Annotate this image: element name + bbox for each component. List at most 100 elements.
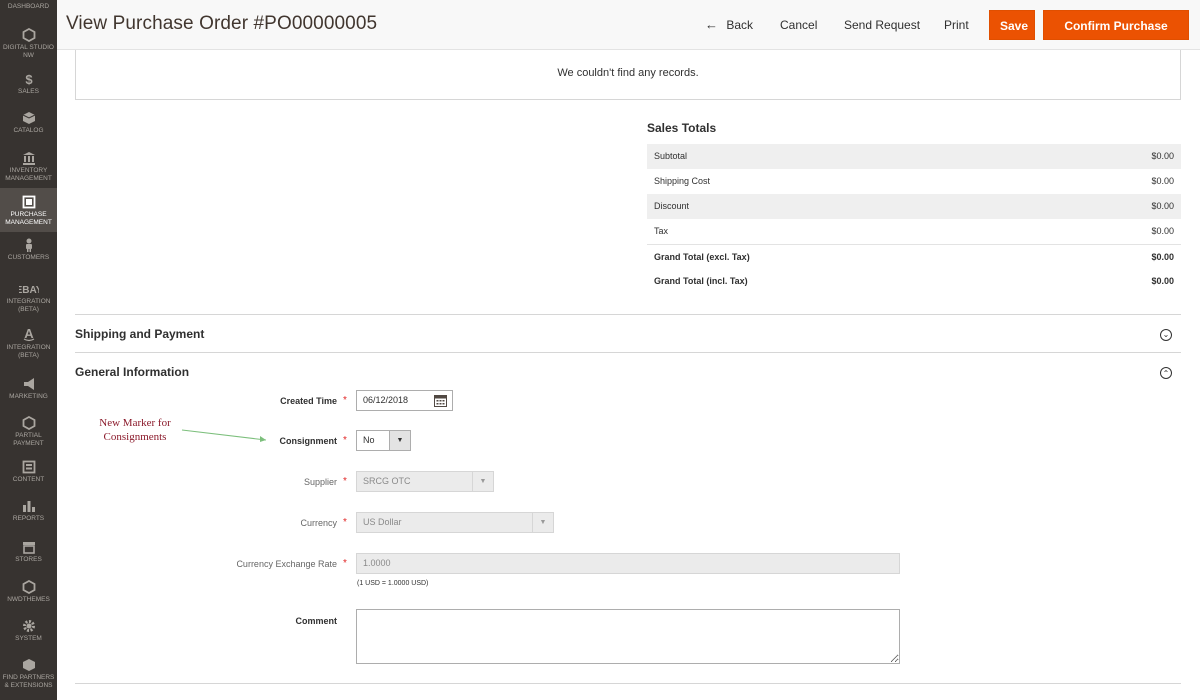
- section-general-info-title[interactable]: General Information: [75, 365, 189, 379]
- totals-row-tax: Tax $0.00: [647, 219, 1181, 244]
- sidebar-item-nwdthemes[interactable]: NWDTHEMES: [0, 580, 57, 604]
- sidebar-item-catalog[interactable]: CATALOG: [0, 111, 57, 135]
- sales-totals-table: Subtotal $0.00 Shipping Cost $0.00 Disco…: [647, 144, 1181, 294]
- building-icon: [22, 152, 35, 165]
- sidebar-item-label: SALES: [18, 88, 39, 95]
- totals-label: Grand Total (incl. Tax): [654, 276, 748, 286]
- totals-label: Grand Total (excl. Tax): [654, 252, 750, 262]
- empty-records-text: We couldn't find any records.: [557, 67, 699, 79]
- purchase-icon: [22, 195, 35, 209]
- sidebar-item-sales[interactable]: $ SALES: [0, 72, 57, 96]
- chevron-up-icon[interactable]: ⌃: [1160, 367, 1172, 379]
- exchange-rate-input[interactable]: 1.0000: [356, 553, 900, 574]
- totals-value: $0.00: [1151, 201, 1174, 211]
- chevron-down-icon: ▼: [532, 513, 553, 532]
- confirm-purchase-order-button[interactable]: Confirm Purchase Order: [1043, 10, 1189, 63]
- sidebar-item-label: DIGITAL STUDIO NW: [3, 44, 54, 59]
- sidebar-item-label: INTEGRATION (BETA): [6, 344, 51, 359]
- megaphone-icon: [23, 378, 34, 390]
- sidebar-item-integration-amazon[interactable]: a INTEGRATION (BETA): [0, 328, 57, 360]
- sidebar-item-label: NWDTHEMES: [7, 596, 50, 603]
- required-mark: *: [343, 476, 347, 487]
- svg-text:ebay: ebay: [19, 285, 39, 296]
- boxes-icon: [22, 659, 35, 671]
- person-icon: [25, 238, 32, 252]
- totals-label: Subtotal: [654, 151, 688, 161]
- supplier-value: SRCG OTC: [363, 476, 411, 486]
- divider: [75, 314, 1181, 315]
- totals-value: $0.00: [1151, 252, 1174, 262]
- sidebar-item-label: CONTENT: [12, 476, 45, 483]
- sidebar-item-label: CUSTOMERS: [7, 254, 50, 261]
- sidebar-item-find-partners[interactable]: FIND PARTNERS & EXTENSIONS: [0, 658, 57, 690]
- sidebar-item-label: STORES: [15, 556, 42, 563]
- back-label: Back: [726, 18, 754, 32]
- back-button[interactable]: ← Back: [705, 10, 753, 40]
- required-mark: *: [343, 517, 347, 528]
- totals-row-discount: Discount $0.00: [647, 194, 1181, 219]
- cancel-button[interactable]: Cancel: [780, 10, 817, 40]
- sidebar-item-dashboard[interactable]: DASHBOARD: [0, 3, 57, 11]
- layout-icon: [22, 460, 35, 474]
- sidebar-item-label: FIND PARTNERS & EXTENSIONS: [2, 674, 55, 689]
- sidebar-item-reports[interactable]: REPORTS: [0, 499, 57, 523]
- items-grid-empty: We couldn't find any records.: [75, 50, 1181, 100]
- sidebar-item-label: CATALOG: [13, 127, 44, 134]
- sidebar-item-label: PURCHASE MANAGEMENT: [5, 211, 52, 226]
- created-time-value: 06/12/2018: [363, 395, 409, 405]
- gear-icon: [22, 620, 35, 632]
- required-mark: *: [343, 558, 347, 569]
- section-shipping-payment-title[interactable]: Shipping and Payment: [75, 327, 204, 341]
- hexagon-icon: [22, 580, 35, 594]
- required-mark: *: [343, 395, 347, 406]
- created-time-field[interactable]: 06/12/2018: [356, 390, 453, 411]
- hexagon-icon: [22, 28, 35, 42]
- sidebar-item-purchase-management[interactable]: PURCHASE MANAGEMENT: [0, 188, 57, 232]
- page-header: View Purchase Order #PO00000005 ← Back C…: [57, 0, 1200, 63]
- chevron-down-icon: ▼: [472, 472, 493, 491]
- print-button[interactable]: Print: [944, 10, 969, 40]
- sidebar-item-label: DASHBOARD: [7, 3, 50, 10]
- divider: [75, 683, 1181, 684]
- save-button[interactable]: Save: [989, 10, 1035, 40]
- sidebar-item-content[interactable]: CONTENT: [0, 460, 57, 484]
- comment-textarea[interactable]: [356, 609, 900, 664]
- totals-value: $0.00: [1151, 151, 1174, 161]
- calendar-icon[interactable]: [434, 394, 447, 407]
- comment-label: Comment: [295, 616, 337, 626]
- sidebar-item-partial-payment[interactable]: PARTIAL PAYMENT: [0, 416, 57, 448]
- sidebar-item-label: INVENTORY MANAGEMENT: [5, 167, 52, 182]
- totals-label: Tax: [654, 226, 669, 236]
- totals-value: $0.00: [1151, 226, 1174, 236]
- admin-sidebar: DASHBOARD DIGITAL STUDIO NW $ SALES CATA…: [0, 0, 57, 700]
- store-icon: [22, 542, 35, 554]
- sidebar-item-label: PARTIAL PAYMENT: [13, 432, 44, 447]
- currency-value: US Dollar: [363, 517, 402, 527]
- currency-select[interactable]: US Dollar ▼: [356, 512, 554, 533]
- consignment-select[interactable]: No ▼: [356, 430, 411, 451]
- totals-label: Shipping Cost: [654, 176, 711, 186]
- sidebar-item-label: SYSTEM: [15, 635, 42, 642]
- chevron-down-icon[interactable]: ⌄: [1160, 329, 1172, 341]
- exchange-rate-value: 1.0000: [363, 558, 391, 568]
- sidebar-item-label: MARKETING: [9, 393, 48, 400]
- totals-label: Discount: [654, 201, 690, 211]
- sidebar-item-marketing[interactable]: MARKETING: [0, 377, 57, 401]
- consignment-value: No: [363, 435, 375, 445]
- sidebar-item-digital-studio[interactable]: DIGITAL STUDIO NW: [0, 28, 57, 60]
- amazon-icon: a: [23, 328, 34, 342]
- totals-value: $0.00: [1151, 276, 1174, 286]
- sidebar-item-label: REPORTS: [12, 515, 45, 522]
- totals-value: $0.00: [1151, 176, 1174, 186]
- sidebar-item-label: INTEGRATION (BETA): [6, 298, 51, 313]
- sidebar-item-customers[interactable]: CUSTOMERS: [0, 238, 57, 262]
- supplier-select[interactable]: SRCG OTC ▼: [356, 471, 494, 492]
- send-request-button[interactable]: Send Request: [844, 10, 920, 40]
- required-mark: *: [343, 435, 347, 446]
- sidebar-item-stores[interactable]: STORES: [0, 540, 57, 564]
- cube-icon: [22, 112, 35, 124]
- sidebar-item-inventory[interactable]: INVENTORY MANAGEMENT: [0, 151, 57, 183]
- sidebar-item-integration-ebay[interactable]: ebay INTEGRATION (BETA): [0, 282, 57, 314]
- svg-text:$: $: [25, 72, 33, 86]
- sidebar-item-system[interactable]: SYSTEM: [0, 619, 57, 643]
